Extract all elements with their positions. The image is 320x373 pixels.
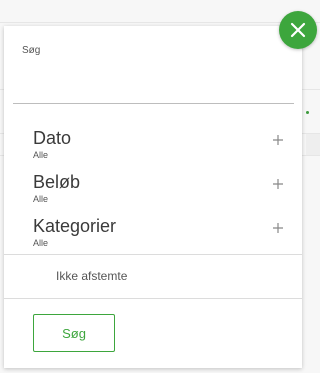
filter-value: Alle — [33, 150, 49, 160]
divider — [4, 298, 302, 299]
close-icon — [290, 22, 306, 38]
filter-categories[interactable]: Kategorier Alle — [4, 210, 302, 252]
plus-icon[interactable] — [272, 134, 284, 146]
plus-icon[interactable] — [272, 178, 284, 190]
filter-value: Alle — [33, 238, 49, 248]
search-input[interactable] — [13, 64, 294, 104]
background-block — [306, 134, 320, 155]
background-divider — [0, 22, 320, 23]
search-label: Søg — [22, 45, 41, 56]
search-filter-panel: Søg Dato Alle Beløb Alle Kategorier Alle… — [4, 26, 302, 368]
close-button[interactable] — [279, 11, 317, 49]
filter-title: Dato — [33, 128, 72, 148]
filter-title: Beløb — [33, 172, 81, 192]
filter-value: Alle — [33, 194, 49, 204]
plus-icon[interactable] — [272, 222, 284, 234]
search-submit-button[interactable]: Søg — [33, 314, 115, 352]
unreconciled-label: Ikke afstemte — [56, 269, 128, 283]
filter-title: Kategorier — [33, 216, 117, 236]
filter-list: Dato Alle Beløb Alle Kategorier Alle — [4, 122, 302, 252]
unreconciled-option[interactable]: Ikke afstemte — [4, 256, 302, 296]
filter-amount[interactable]: Beløb Alle — [4, 166, 302, 210]
background-indicator — [306, 111, 309, 114]
filter-date[interactable]: Dato Alle — [4, 122, 302, 166]
divider — [4, 254, 302, 255]
